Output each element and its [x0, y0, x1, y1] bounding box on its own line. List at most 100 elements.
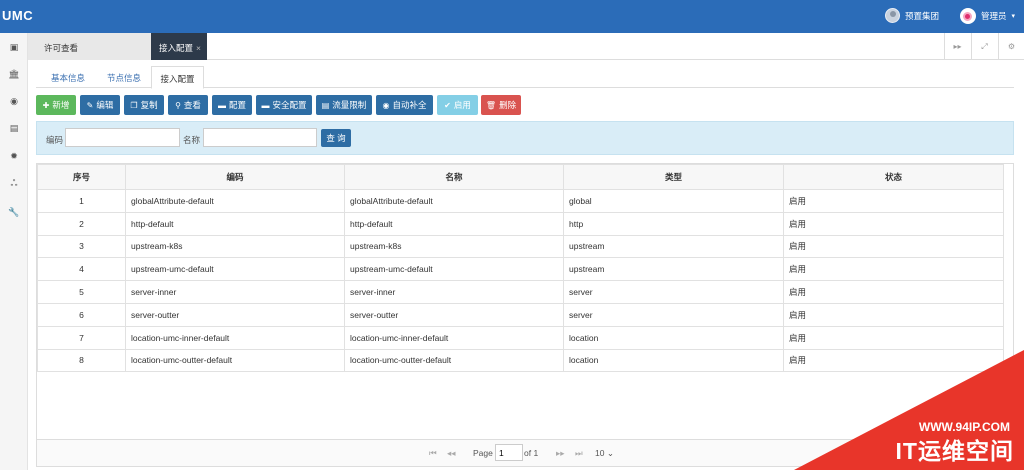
column-header-type[interactable]: 类型 — [563, 164, 784, 190]
enable-button[interactable]: ✔ 启用 — [437, 95, 478, 115]
sidebar-item-sitemap[interactable]: ஃ — [0, 175, 28, 193]
cell-index: 6 — [37, 302, 126, 327]
fullscreen-button[interactable]: ⤢ — [971, 33, 997, 60]
cell-code: http-default — [125, 211, 345, 236]
sitemap-icon: ஃ — [10, 178, 18, 188]
last-page-icon[interactable]: ⏭ — [575, 448, 583, 459]
cell-index: 4 — [37, 257, 126, 282]
page-count: of 1 — [524, 448, 539, 458]
circle-icon: ◉ — [382, 100, 390, 110]
column-header-index[interactable]: 序号 — [37, 164, 126, 190]
list-icon: ▤ — [9, 122, 19, 133]
chevron-down-icon: ⌄ — [606, 448, 614, 458]
table-row[interactable]: 5 server-inner server-inner server 启用 — [37, 280, 1004, 304]
app-logo[interactable]: UMC — [2, 8, 33, 23]
cell-name: http-default — [344, 211, 564, 236]
cell-status: 启用 — [783, 189, 1004, 213]
org-avatar — [884, 8, 900, 23]
cell-status: 启用 — [783, 211, 1004, 236]
cell-code: location-umc-outter-default — [125, 348, 345, 373]
config-button[interactable]: ▬ 配置 — [212, 95, 252, 115]
sidebar: ▣ 🏛 ◉ ▤ ✹ ஃ 🔧 — [0, 33, 28, 470]
folder-icon: ▬ — [217, 100, 226, 110]
cell-type: location — [563, 325, 784, 350]
cell-type: server — [563, 302, 784, 327]
tab-access-config[interactable]: 接入配置 × — [151, 33, 207, 60]
column-header-name[interactable]: 名称 — [344, 164, 564, 190]
cell-type: http — [563, 211, 784, 236]
table-row[interactable]: 1 globalAttribute-default globalAttribut… — [37, 189, 1004, 213]
page-size-value: 10 — [595, 448, 605, 458]
fast-forward-icon: ▸▸ — [953, 42, 962, 51]
column-header-code[interactable]: 编码 — [125, 164, 345, 190]
table-row[interactable]: 6 server-outter server-outter server 启用 — [37, 302, 1004, 327]
sidebar-item-gear[interactable]: ✹ — [0, 147, 28, 165]
page-size-select[interactable]: 10 ⌄ — [595, 448, 614, 459]
plus-icon: ✚ — [42, 100, 50, 110]
cell-status: 启用 — [783, 325, 1004, 350]
cell-status: 启用 — [783, 257, 1004, 282]
cell-index: 1 — [37, 189, 126, 213]
page-label: Page — [473, 448, 493, 458]
page-tab-bar: 许可查看 接入配置 × ▸▸ ⤢ ⚙ — [28, 33, 1024, 60]
subtab-access-config[interactable]: 接入配置 — [151, 66, 204, 89]
delete-button[interactable]: 🗑 删除 — [481, 95, 521, 115]
edit-icon: ✎ — [86, 100, 94, 110]
user-name: 管理员 — [980, 11, 1007, 21]
user-menu[interactable]: 管理员 ▾ — [959, 8, 1015, 24]
cell-name: globalAttribute-default — [344, 189, 564, 213]
subtab-node-info[interactable]: 节点信息 — [96, 66, 152, 88]
prev-page-icon[interactable]: ◂◂ — [447, 448, 456, 459]
code-input[interactable] — [65, 128, 180, 147]
table-row[interactable]: 3 upstream-k8s upstream-k8s upstream 启用 — [37, 234, 1004, 259]
cell-index: 8 — [37, 348, 126, 373]
close-icon[interactable]: × — [196, 43, 201, 53]
throttle-button-label: 流量限制 — [332, 100, 367, 110]
view-button[interactable]: ⚲ 查看 — [168, 95, 208, 115]
cell-type: upstream — [563, 234, 784, 259]
edit-button[interactable]: ✎ 编辑 — [80, 95, 120, 115]
autofill-button-label: 自动补全 — [392, 100, 427, 110]
cell-code: upstream-umc-default — [125, 257, 345, 282]
sub-tabs: 基本信息 节点信息 接入配置 — [36, 66, 1014, 89]
table-row[interactable]: 2 http-default http-default http 启用 — [37, 211, 1004, 236]
cell-status: 启用 — [783, 234, 1004, 259]
subtab-basic-info[interactable]: 基本信息 — [40, 66, 96, 88]
cell-code: server-outter — [125, 302, 345, 327]
sidebar-item-bank[interactable]: 🏛 — [0, 65, 28, 83]
cell-code: server-inner — [125, 280, 345, 304]
sidebar-item-id-card[interactable]: ▣ — [0, 38, 28, 56]
sidebar-item-list[interactable]: ▤ — [0, 119, 28, 137]
cell-name: server-outter — [344, 302, 564, 327]
code-label: 编码 — [46, 135, 64, 145]
pagination-bar: ⏮ ◂◂ Page of 1 ▸▸ ⏭ 10 ⌄ — [37, 439, 1013, 466]
table-row[interactable]: 7 location-umc-inner-default location-um… — [37, 325, 1004, 350]
throttle-button[interactable]: ▤ 流量限制 — [316, 95, 372, 115]
autofill-button[interactable]: ◉ 自动补全 — [376, 95, 433, 115]
tab-license-view[interactable]: 许可查看 — [28, 33, 151, 60]
security-config-button[interactable]: ▬ 安全配置 — [256, 95, 312, 115]
add-button[interactable]: ✚ 新增 — [36, 95, 76, 115]
cell-index: 3 — [37, 234, 126, 259]
fast-forward-button[interactable]: ▸▸ — [944, 33, 970, 60]
next-page-icon[interactable]: ▸▸ — [556, 448, 565, 459]
wrench-icon: 🔧 — [8, 206, 20, 217]
table-row[interactable]: 8 location-umc-outter-default location-u… — [37, 348, 1004, 373]
sidebar-item-wrench[interactable]: 🔧 — [0, 203, 28, 221]
page-number-input[interactable] — [495, 444, 523, 461]
settings-button[interactable]: ⚙ — [998, 33, 1024, 60]
cell-status: 启用 — [783, 348, 1004, 373]
search-panel: 编码 名称 查 询 — [36, 121, 1014, 155]
first-page-icon[interactable]: ⏮ — [429, 448, 437, 459]
copy-button[interactable]: ❐ 复制 — [124, 95, 164, 115]
table-row[interactable]: 4 upstream-umc-default upstream-umc-defa… — [37, 257, 1004, 282]
cell-type: server — [563, 280, 784, 304]
cell-name: location-umc-outter-default — [344, 348, 564, 373]
cell-name: server-inner — [344, 280, 564, 304]
sidebar-item-eye[interactable]: ◉ — [0, 92, 28, 110]
org-selector[interactable]: 预置集团 — [884, 8, 939, 23]
query-button[interactable]: 查 询 — [321, 129, 351, 147]
name-input[interactable] — [203, 128, 317, 147]
config-button-label: 配置 — [228, 100, 246, 110]
column-header-status[interactable]: 状态 — [783, 164, 1004, 190]
